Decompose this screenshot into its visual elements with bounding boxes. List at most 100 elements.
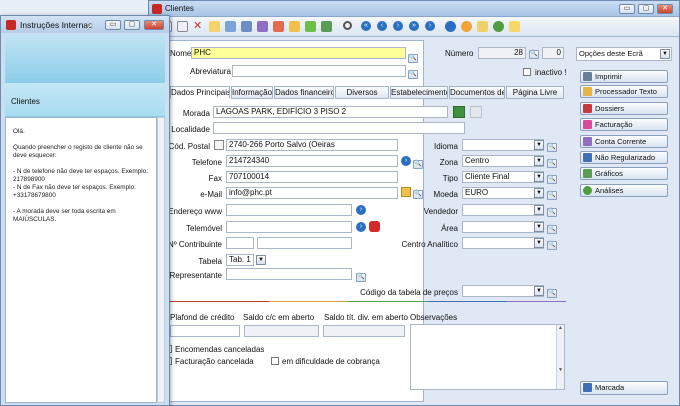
popup-close-button[interactable]: ✕ [144,20,164,30]
copy-icon[interactable] [177,21,188,32]
tab-documentos[interactable]: Documentos de [449,86,505,99]
graficos-button[interactable]: Gráficos [580,167,668,180]
grid-icon[interactable] [225,21,236,32]
marcada-button[interactable]: Marcada [580,381,668,395]
opcoes-dropdown-icon[interactable]: ▼ [660,49,670,59]
representante-field[interactable] [226,268,352,280]
idioma-search-button[interactable]: 🔍 [547,143,557,152]
ccanalitico-dropdown-icon[interactable]: ▼ [534,238,544,248]
web-go-icon[interactable]: › [356,205,366,215]
mobile-phone-icon[interactable] [369,221,380,232]
maximize-button[interactable]: ▢ [638,4,654,14]
observacoes-scrollbar[interactable]: ▲ ▼ [556,325,564,389]
next-record-icon[interactable]: › [393,21,403,31]
email-field[interactable]: info@phc.pt [226,187,398,199]
postal-icon[interactable] [214,140,224,150]
tab-estabelecimento[interactable]: Estabelecimento [390,86,448,99]
observacoes-textarea[interactable] [410,324,565,390]
search-icon[interactable] [343,21,352,30]
codpostal-field[interactable]: 2740-266 Porto Salvo (Oeiras [226,139,398,151]
tabela-select[interactable]: Tab. 1 [226,254,254,266]
nome-search-button[interactable]: 🔍 [408,54,418,63]
chart-icon[interactable] [257,21,268,32]
vendedor-select[interactable] [462,204,544,216]
popup-maximize-button[interactable]: ▢ [124,20,140,30]
moeda-select[interactable]: EURO [462,187,544,199]
green-arrow-icon[interactable] [305,21,316,32]
morada-field[interactable]: LAGOAS PARK, EDIFÍCIO 3 PISO 2 [213,106,448,118]
tab-dados-principais[interactable]: Dados Principais [170,86,230,99]
codtabela-dropdown-icon[interactable]: ▼ [534,286,544,296]
folder-icon[interactable] [241,21,252,32]
nao-regularizado-button[interactable]: Não Regularizado [580,151,668,164]
first-record-icon[interactable]: « [361,21,371,31]
contribuinte-field[interactable] [226,237,254,249]
zona-dropdown-icon[interactable]: ▼ [534,156,544,166]
opcoes-select[interactable]: Opções deste Ecrã [576,47,672,61]
plafond-field[interactable] [170,325,240,337]
tab-dados-financeiro[interactable]: Dados financeiro [274,86,334,99]
zona-search-button[interactable]: 🔍 [547,159,557,168]
goto-record-icon[interactable]: › [425,21,435,31]
edit-icon[interactable] [209,21,220,32]
tipo-dropdown-icon[interactable]: ▼ [534,172,544,182]
area-search-button[interactable]: 🔍 [547,225,557,234]
representante-search-button[interactable]: 🔍 [356,273,366,282]
codtabela-select[interactable] [462,285,544,297]
popup-minimize-button[interactable]: ▭ [105,20,121,30]
minimize-button[interactable]: ▭ [619,4,635,14]
telemovel-field[interactable] [226,221,352,233]
mobile-call-icon[interactable]: › [356,222,366,232]
numero-field[interactable]: 28 [478,47,526,59]
area-dropdown-icon[interactable]: ▼ [534,222,544,232]
dificuldade-checkbox[interactable] [271,357,279,365]
vendedor-search-button[interactable]: 🔍 [547,208,557,217]
inactivo-checkbox[interactable] [523,68,531,76]
wizard-icon[interactable] [477,21,488,32]
contribuinte-extra-field[interactable] [257,237,352,249]
nome-field[interactable]: PHC [191,47,406,59]
tipo-select[interactable]: Cliente Final [462,171,544,183]
dossiers-button[interactable]: Dossiers [580,102,668,115]
zona-select[interactable]: Centro [462,155,544,167]
abreviatura-field[interactable] [232,65,406,77]
analises-button[interactable]: Análises [580,184,668,197]
ccanalitico-select[interactable] [462,237,544,249]
tab-pagina-livre[interactable]: Página Livre [506,86,564,99]
fax-field[interactable]: 707100014 [226,171,398,183]
numero-extra-field[interactable]: 0 [542,47,564,59]
endereco-field[interactable] [226,204,352,216]
telefone-field[interactable]: 214724340 [226,155,398,167]
tab-informacao[interactable]: Informação [231,86,273,99]
popup-scrollbar[interactable] [157,117,165,403]
map-icon[interactable] [453,106,465,118]
close-button[interactable]: ✕ [657,4,673,14]
processador-texto-button[interactable]: Processador Texto [580,85,668,98]
report-icon[interactable] [273,21,284,32]
moeda-dropdown-icon[interactable]: ▼ [534,188,544,198]
numero-search-button[interactable]: 🔍 [529,50,539,59]
ccanalitico-search-button[interactable]: 🔍 [547,241,557,250]
area-select[interactable] [462,221,544,233]
vendedor-dropdown-icon[interactable]: ▼ [534,205,544,215]
delete-icon[interactable]: ✕ [193,21,204,32]
tipo-search-button[interactable]: 🔍 [547,175,557,184]
previous-record-icon[interactable]: ‹ [377,21,387,31]
last-record-icon[interactable]: » [409,21,419,31]
abreviatura-search-button[interactable]: 🔍 [408,70,418,79]
notes-icon[interactable] [509,21,520,32]
open-folder-icon[interactable] [289,21,300,32]
codtabela-search-button[interactable]: 🔍 [547,289,557,298]
help-icon[interactable] [445,21,456,32]
idioma-dropdown-icon[interactable]: ▼ [534,140,544,150]
conta-corrente-button[interactable]: Conta Corrente [580,135,668,148]
facturacao-button[interactable]: Facturação [580,118,668,131]
tab-diversos[interactable]: Diversos [335,86,389,99]
localidade-field[interactable] [213,122,465,134]
tools-icon[interactable] [321,21,332,32]
tabela-dropdown-icon[interactable]: ▼ [256,255,266,265]
moeda-search-button[interactable]: 🔍 [547,191,557,200]
imprimir-button[interactable]: Imprimir [580,70,668,83]
lamp-icon[interactable] [461,21,472,32]
globe-icon[interactable] [493,21,504,32]
